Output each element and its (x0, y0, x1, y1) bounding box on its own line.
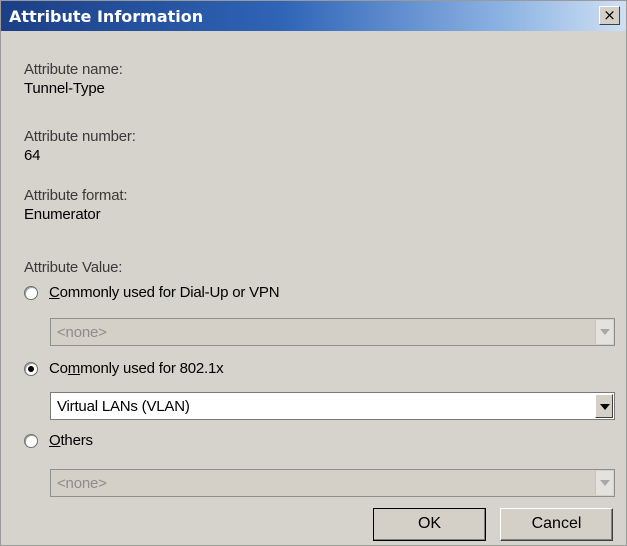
ok-button[interactable]: OK (373, 508, 486, 541)
cancel-button[interactable]: Cancel (500, 508, 613, 541)
radio-dial-up-vpn-label[interactable]: Commonly used for Dial-Up or VPN (49, 284, 280, 301)
chevron-down-icon (595, 471, 613, 495)
radio-others-label[interactable]: Others (49, 432, 93, 449)
attribute-format-value: Enumerator (24, 206, 101, 223)
attribute-number-value: 64 (24, 147, 41, 164)
attribute-name-label: Attribute name: (24, 61, 123, 78)
attribute-format-label: Attribute format: (24, 187, 128, 204)
802-1x-select[interactable]: Virtual LANs (VLAN) (50, 392, 615, 420)
title-bar[interactable]: Attribute Information × (1, 1, 626, 31)
others-select-value: <none> (57, 475, 107, 492)
radio-others[interactable] (24, 434, 38, 448)
chevron-down-icon[interactable] (595, 394, 613, 418)
radio-802-1x[interactable] (24, 362, 38, 376)
802-1x-select-value: Virtual LANs (VLAN) (57, 398, 190, 415)
attribute-number-label: Attribute number: (24, 128, 136, 145)
attribute-information-dialog: Attribute Information × Attribute name: … (0, 0, 627, 546)
dialog-title: Attribute Information (9, 7, 204, 26)
close-button[interactable]: × (599, 6, 620, 25)
radio-dial-up-vpn[interactable] (24, 286, 38, 300)
close-icon: × (603, 6, 616, 24)
others-select: <none> (50, 469, 615, 497)
attribute-name-value: Tunnel-Type (24, 80, 105, 97)
dial-up-vpn-select: <none> (50, 318, 615, 346)
chevron-down-icon (595, 320, 613, 344)
dial-up-vpn-select-value: <none> (57, 324, 107, 341)
radio-802-1x-label[interactable]: Commonly used for 802.1x (49, 360, 224, 377)
attribute-value-label: Attribute Value: (24, 259, 123, 276)
